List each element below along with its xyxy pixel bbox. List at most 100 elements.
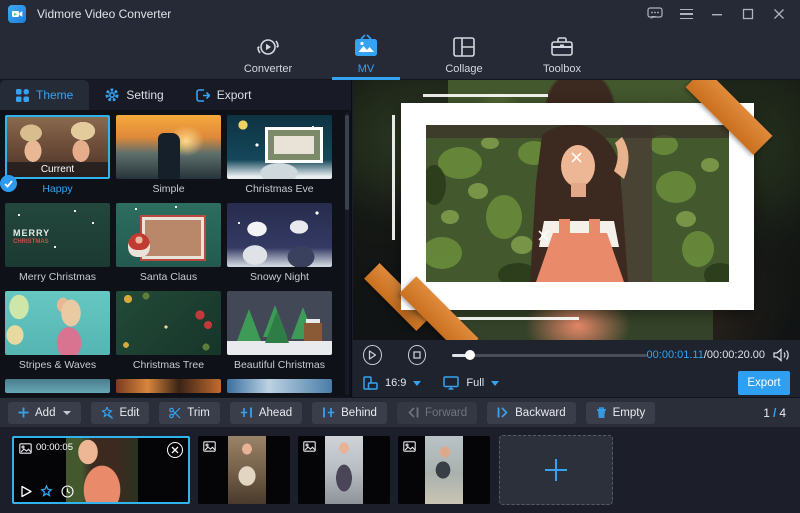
tab-mv[interactable]: MV [330,28,402,80]
theme-panel: Theme Setting Export Current Happy [0,80,352,397]
time-display: 00:00:01.11/00:00:20.00 [647,349,765,361]
framed-photo [426,125,729,282]
empty-button[interactable]: Empty [586,402,656,424]
menu-icon[interactable] [675,4,697,24]
stop-button[interactable] [408,345,427,365]
tab-toolbox[interactable]: Toolbox [526,28,598,80]
theme-tile-partial[interactable] [5,379,110,393]
timeline-clip-1[interactable]: 00:00:05 [12,436,190,504]
theme-thumb-christmas-eve [227,115,332,179]
timeline-clip-3[interactable] [298,436,390,504]
panel-tabs: Theme Setting Export [0,80,351,110]
edit-label: Edit [119,407,139,419]
tab-toolbox-label: Toolbox [543,63,581,75]
theme-label: Happy [5,183,110,195]
app-title: Vidmore Video Converter [37,7,171,21]
clock-icon[interactable] [61,485,74,498]
clip-tools [20,485,74,498]
theme-tile-happy[interactable]: Current Happy [5,115,110,195]
plus-icon [545,459,567,481]
theme-tile-stripes-waves[interactable]: Stripes & Waves [5,291,110,371]
theme-label: Snowy Night [227,271,332,283]
tab-converter-label: Converter [244,63,292,75]
display-mode-select[interactable]: Full [443,376,499,390]
check-icon [0,175,17,192]
feedback-icon[interactable] [644,4,666,24]
volume-icon[interactable] [773,348,790,362]
theme-grid: Current Happy Simple Christmas Eve MERRY… [0,110,340,397]
behind-button[interactable]: Behind [312,402,387,424]
remove-clip-icon[interactable] [167,442,183,458]
add-clip-button[interactable] [499,435,613,505]
display-mode-value: Full [466,377,484,389]
scrollbar-thumb[interactable] [345,115,349,210]
preview-panel: 00:00:01.11/00:00:20.00 16:9 Full [353,80,800,397]
trim-label: Trim [187,407,210,419]
timeline-clip-2[interactable] [198,436,290,504]
counter-separator: / [770,406,779,420]
counter-current: 1 [763,406,770,420]
image-icon [403,441,416,452]
play-button[interactable] [363,345,382,365]
theme-tile-simple[interactable]: Simple [116,115,221,195]
add-label: Add [35,407,55,419]
forward-button[interactable]: Forward [397,402,477,424]
behind-label: Behind [341,407,377,419]
move-forward-icon [407,407,419,418]
current-time: 00:00:01.11 [647,349,704,361]
theme-tile-beautiful-christmas[interactable]: Beautiful Christmas [227,291,332,371]
clip-thumbnail [66,438,138,502]
theme-thumb-simple [116,115,221,179]
edit-clip-icon[interactable] [40,485,53,498]
chevron-down-icon [63,411,71,415]
tab-converter[interactable]: Converter [232,28,304,80]
add-button[interactable]: Add [8,402,81,424]
theme-tile-christmas-eve[interactable]: Christmas Eve [227,115,332,195]
maximize-button[interactable] [737,4,759,24]
theme-tile-snowy-night[interactable]: Snowy Night [227,203,332,283]
theme-tile-partial[interactable] [116,379,221,393]
theme-scrollbar[interactable] [345,112,349,395]
clip-thumbnail [425,436,463,504]
ahead-button[interactable]: Ahead [230,402,302,424]
close-button[interactable] [768,4,790,24]
clip-toolbar: Add Edit Trim Ahead Behind Forward Backw… [0,397,800,427]
tab-collage-label: Collage [445,63,482,75]
minimize-button[interactable] [706,4,728,24]
ahead-label: Ahead [259,407,292,419]
tab-export[interactable]: Export [180,80,268,110]
slider-track[interactable] [452,354,646,357]
clip-thumbnail [325,436,363,504]
theme-tile-santa-claus[interactable]: Santa Claus [116,203,221,283]
progress-slider[interactable] [452,349,646,361]
theme-label: Christmas Eve [227,183,332,195]
backward-button[interactable]: Backward [487,402,576,424]
image-icon [19,443,32,454]
tab-export-label: Export [217,88,252,102]
photo-frame [401,103,754,310]
insert-ahead-icon [240,407,253,418]
theme-tile-merry-christmas[interactable]: MERRYCHRISTMAS Merry Christmas [5,203,110,283]
scissors-icon [169,407,181,419]
tab-theme[interactable]: Theme [0,80,89,110]
image-icon [303,441,316,452]
timeline-clip-4[interactable] [398,436,490,504]
aspect-ratio-select[interactable]: 16:9 [363,376,421,390]
export-button[interactable]: Export [738,371,790,395]
tab-collage[interactable]: Collage [428,28,500,80]
theme-thumb-partial [116,379,221,393]
tab-setting[interactable]: Setting [89,80,179,110]
clip-duration: 00:00:05 [36,442,73,453]
play-clip-icon[interactable] [20,485,32,498]
timeline: 00:00:05 [0,427,800,513]
slider-knob[interactable] [465,350,475,360]
chevron-down-icon [491,381,499,386]
theme-tile-christmas-tree[interactable]: Christmas Tree [116,291,221,371]
theme-tile-partial[interactable] [227,379,332,393]
theme-label: Merry Christmas [5,271,110,283]
theme-label: Beautiful Christmas [227,359,332,371]
edit-button[interactable]: Edit [91,402,149,424]
theme-thumb-christmas-tree [116,291,221,355]
trim-button[interactable]: Trim [159,402,220,424]
magic-wand-icon [101,407,113,419]
